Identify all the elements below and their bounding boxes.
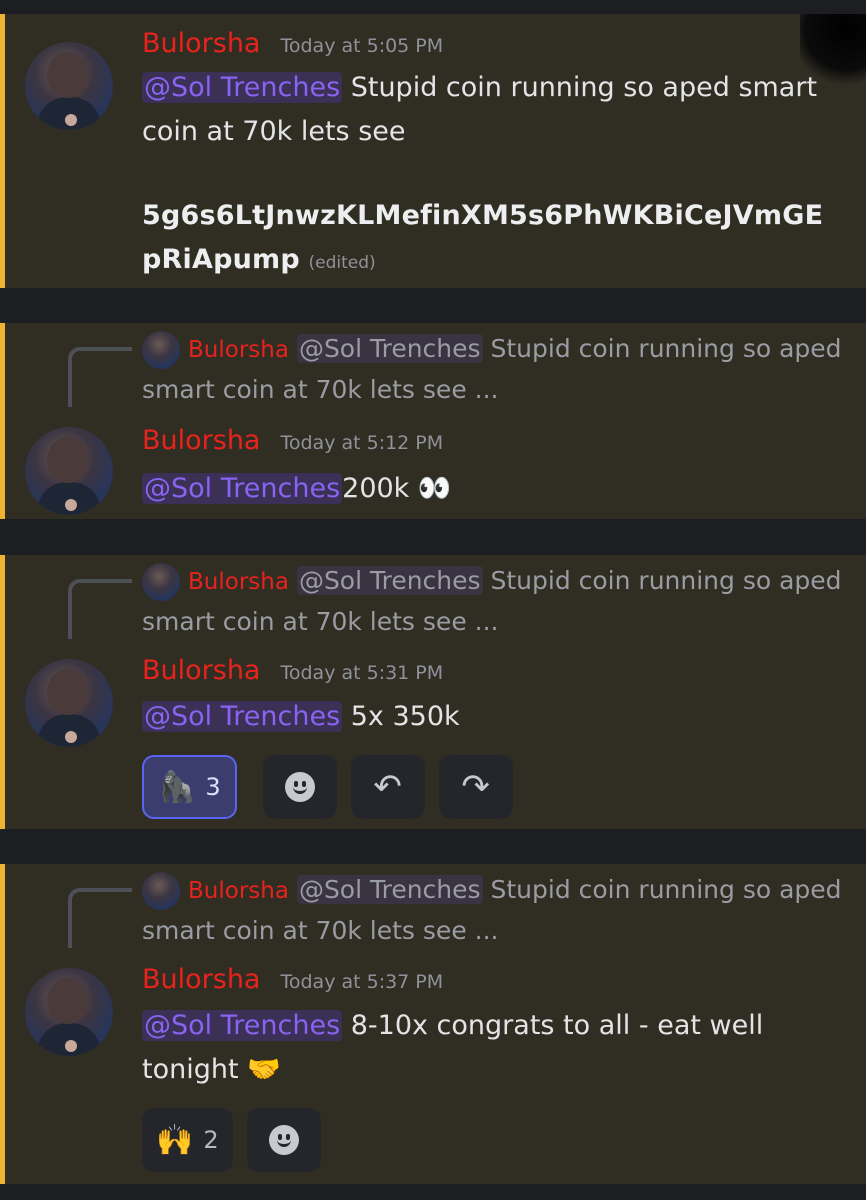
- gorilla-emoji-icon: 🦍: [158, 769, 196, 805]
- forward-arrow-icon: ↷: [461, 767, 490, 807]
- contract-address: 5g6s6LtJnwzKLMefinXM5s6PhWKBiCeJVmGEpRiA…: [142, 200, 824, 275]
- timestamp: Today at 5:05 PM: [280, 35, 444, 57]
- username[interactable]: Bulorsha: [142, 28, 260, 59]
- avatar[interactable]: [25, 968, 113, 1056]
- message-card-2: Bulorsha @Sol Trenches Stupid coin runnin…: [0, 323, 866, 519]
- reply-mention: @Sol Trenches: [296, 875, 483, 904]
- mention[interactable]: @Sol Trenches: [142, 701, 343, 732]
- reply-username: Bulorsha: [188, 878, 289, 904]
- reply-spine: [68, 888, 132, 948]
- avatar[interactable]: [25, 659, 113, 747]
- message-content: @Sol Trenches200k 👀: [142, 467, 836, 511]
- message-content: @Sol Trenches 8-10x congrats to all - ea…: [142, 1004, 802, 1092]
- message-card-4: Bulorsha @Sol Trenches Stupid coin runnin…: [0, 864, 866, 1184]
- add-reaction-button[interactable]: [262, 755, 337, 819]
- mention[interactable]: @Sol Trenches: [142, 473, 343, 504]
- reply-preview[interactable]: Bulorsha @Sol Trenches Stupid coin runnin…: [142, 329, 846, 410]
- username[interactable]: Bulorsha: [142, 964, 260, 995]
- reply-avatar: [142, 563, 180, 601]
- timestamp: Today at 5:37 PM: [280, 971, 444, 993]
- reply-mention: @Sol Trenches: [296, 566, 483, 595]
- reply-preview[interactable]: Bulorsha @Sol Trenches Stupid coin runnin…: [142, 870, 846, 951]
- raised-hands-emoji-icon: 🙌: [156, 1122, 194, 1158]
- message-header: Bulorsha Today at 5:31 PM: [142, 655, 443, 695]
- reply-mention: @Sol Trenches: [296, 334, 483, 363]
- message-card-3: Bulorsha @Sol Trenches Stupid coin runnin…: [0, 555, 866, 829]
- reaction-bar: 🦍 3 ↶ ↷: [142, 755, 513, 819]
- reply-username: Bulorsha: [188, 569, 289, 595]
- mention[interactable]: @Sol Trenches: [142, 1010, 343, 1041]
- avatar[interactable]: [25, 42, 113, 130]
- reply-preview[interactable]: Bulorsha @Sol Trenches Stupid coin runnin…: [142, 561, 846, 642]
- add-reaction-button[interactable]: [246, 1108, 321, 1172]
- reaction-count: 2: [203, 1126, 219, 1154]
- timestamp: Today at 5:31 PM: [280, 662, 444, 684]
- reply-arrow-icon: ↶: [373, 767, 402, 807]
- reply-spine: [68, 347, 132, 407]
- mention[interactable]: @Sol Trenches: [142, 72, 343, 103]
- message-content: @Sol Trenches 5x 350k: [142, 695, 836, 739]
- smiley-icon: [284, 772, 315, 802]
- reaction-gorilla[interactable]: 🦍 3: [142, 755, 237, 819]
- timestamp: Today at 5:12 PM: [280, 432, 444, 454]
- avatar[interactable]: [25, 427, 113, 515]
- smiley-icon: [268, 1125, 299, 1155]
- reply-button[interactable]: ↶: [350, 755, 425, 819]
- message-card-1: Bulorsha Today at 5:05 PM @Sol Trenches …: [0, 14, 866, 288]
- reply-username: Bulorsha: [188, 337, 289, 363]
- message-header: Bulorsha Today at 5:12 PM: [142, 425, 443, 465]
- username[interactable]: Bulorsha: [142, 655, 260, 686]
- reaction-raised-hands[interactable]: 🙌 2: [142, 1108, 233, 1172]
- message-text: 5x 350k: [342, 701, 460, 732]
- reply-avatar: [142, 331, 180, 369]
- message-text: 200k 👀: [342, 473, 452, 504]
- forward-button[interactable]: ↷: [438, 755, 513, 819]
- message-header: Bulorsha Today at 5:05 PM: [142, 28, 443, 68]
- reaction-bar: 🙌 2: [142, 1108, 321, 1172]
- message-header: Bulorsha Today at 5:37 PM: [142, 964, 443, 1004]
- reply-avatar: [142, 872, 180, 910]
- reply-spine: [68, 579, 132, 639]
- edited-label: (edited): [308, 253, 376, 273]
- reaction-count: 3: [205, 773, 221, 801]
- message-content: @Sol Trenches Stupid coin running so ape…: [142, 66, 836, 285]
- username[interactable]: Bulorsha: [142, 425, 260, 456]
